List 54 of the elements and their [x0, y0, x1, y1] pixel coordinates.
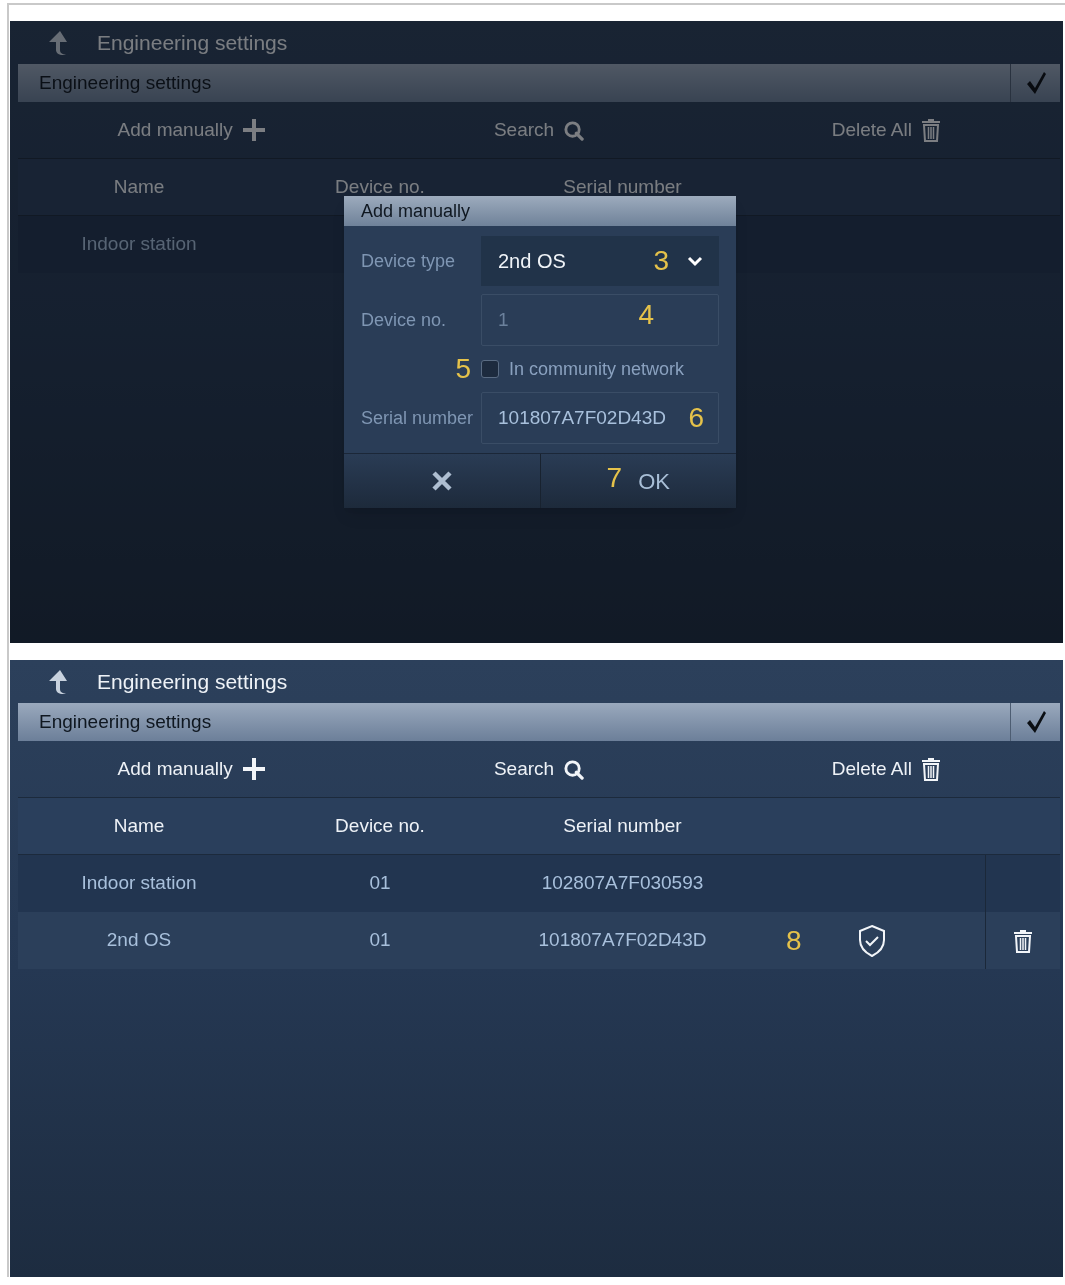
input-field[interactable]: 1 4 [481, 294, 719, 346]
trash-icon [920, 118, 941, 142]
input-field[interactable]: 101807A7F02D43D 6 [481, 392, 719, 444]
checkbox[interactable] [481, 360, 499, 378]
chevron-down-icon [687, 255, 703, 267]
ok-button[interactable]: 7 OK [539, 454, 736, 508]
checkbox-label: In community network [509, 357, 685, 381]
table-cell-text: Indoor station [81, 232, 197, 257]
toolbar-add-button[interactable]: Add manually [117, 754, 266, 784]
table-cell-text: 2nd OS [106, 928, 172, 953]
trash-icon [920, 757, 941, 781]
toolbar-search-button[interactable]: Search [493, 115, 585, 145]
field-label: Device no. [361, 309, 447, 330]
search-icon [563, 119, 585, 141]
table-cell-text: 01 [369, 928, 391, 953]
dialog-title: Add manually [361, 199, 471, 223]
close-icon [430, 470, 453, 492]
table-cell-text: 01 [369, 871, 391, 896]
column-header: Name [113, 813, 165, 838]
column-header: Device no. [335, 174, 425, 199]
toolbar-delete-button[interactable]: Delete All [831, 754, 941, 784]
toolbar-delete-button[interactable]: Delete All [831, 115, 941, 145]
trash-icon [1013, 928, 1033, 953]
callout-number: 7 [606, 464, 623, 492]
search-icon [563, 758, 585, 780]
field-placeholder: 1 [498, 307, 510, 332]
check-icon [1024, 710, 1047, 734]
section-title: Engineering settings [39, 70, 213, 95]
callout-number: 3 [653, 247, 669, 275]
plus-icon [241, 757, 266, 781]
check-icon [1024, 71, 1047, 95]
field-label: Serial number [361, 407, 474, 428]
plus-icon [241, 118, 266, 142]
toolbar-search-button[interactable]: Search [493, 754, 585, 784]
callout-number: 6 [688, 404, 704, 432]
column-header: Device no. [335, 813, 425, 838]
dropdown-field[interactable]: 2nd OS 3 [481, 236, 719, 286]
callout-number: 5 [455, 355, 471, 383]
screen-title: Engineering settings [97, 668, 288, 695]
column-header: Serial number [563, 813, 682, 838]
toolbar-add-button[interactable]: Add manually [117, 115, 266, 145]
callout-number: 8 [786, 926, 802, 955]
section-title: Engineering settings [39, 709, 213, 734]
field-value: 101807A7F02D43D [498, 405, 667, 430]
dropdown-value: 2nd OS [498, 249, 567, 274]
column-header: Name [113, 174, 165, 199]
delete-row-button[interactable] [1013, 928, 1033, 953]
table-cell-text: 102807A7F030593 [541, 871, 704, 896]
column-header: Serial number [563, 174, 682, 199]
table-cell-text: 101807A7F02D43D [538, 928, 707, 953]
table-cell-text: Indoor station [81, 871, 197, 896]
field-label: Device type [361, 250, 456, 271]
callout-number: 4 [638, 301, 654, 329]
screen-title: Engineering settings [97, 29, 288, 56]
